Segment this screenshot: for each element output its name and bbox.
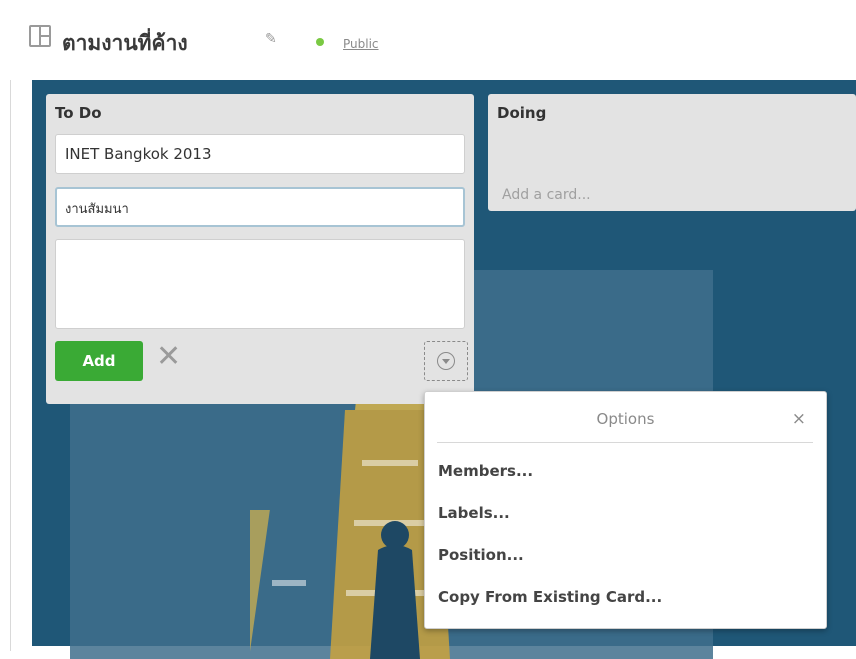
close-icon[interactable]: ✕	[156, 342, 181, 372]
list-todo: To Do INET Bangkok 2013 งานสัมมนา Add ✕	[46, 94, 474, 404]
card-title-input[interactable]: งานสัมมนา	[55, 187, 465, 227]
card-composer-textarea[interactable]	[55, 239, 465, 329]
option-copy-from-existing-card[interactable]: Copy From Existing Card...	[438, 588, 662, 606]
visibility-link[interactable]: Public	[343, 37, 379, 51]
option-position[interactable]: Position...	[438, 546, 524, 564]
board-icon	[29, 25, 51, 47]
pencil-icon[interactable]: ✎	[265, 31, 277, 47]
board-title[interactable]: ตามงานที่ค้าง	[62, 27, 188, 60]
list-doing: Doing Add a card...	[488, 94, 856, 211]
option-members[interactable]: Members...	[438, 462, 533, 480]
options-popover: Options × Members... Labels... Position.…	[424, 391, 827, 629]
add-card-link[interactable]: Add a card...	[502, 187, 591, 203]
list-title[interactable]: To Do	[55, 104, 102, 122]
add-card-button[interactable]: Add	[55, 341, 143, 381]
option-labels[interactable]: Labels...	[438, 504, 510, 522]
list-title[interactable]: Doing	[497, 104, 546, 122]
popover-title: Options	[596, 410, 655, 428]
chevron-down-icon	[437, 352, 455, 370]
close-icon[interactable]: ×	[792, 409, 806, 429]
card-options-button[interactable]	[424, 341, 468, 381]
divider	[437, 442, 813, 443]
card-item[interactable]: INET Bangkok 2013	[55, 134, 465, 174]
visibility-status-dot	[316, 38, 324, 46]
